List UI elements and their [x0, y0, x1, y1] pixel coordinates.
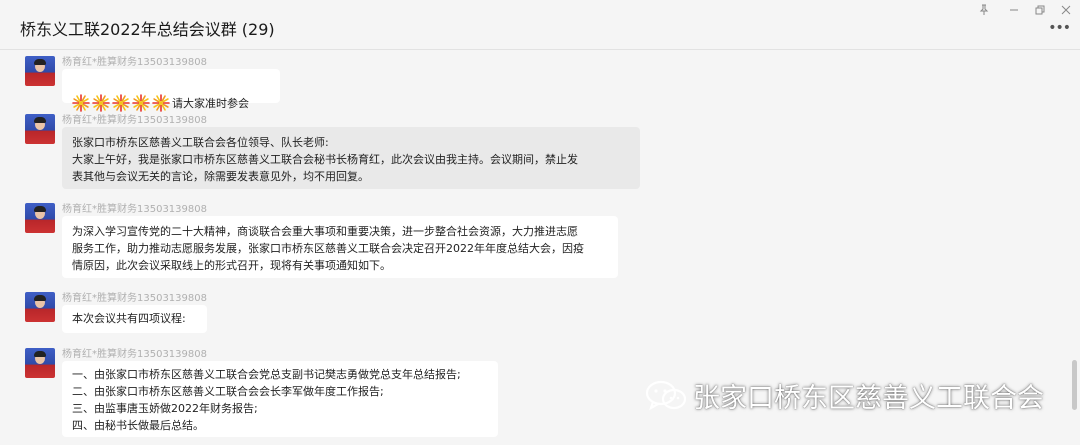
- fireworks-emoji-icon: [72, 94, 90, 112]
- avatar[interactable]: [25, 348, 55, 378]
- watermark: 张家口桥东区慈善义工联合会: [645, 376, 1044, 416]
- minimize-icon[interactable]: [1006, 4, 1022, 18]
- avatar[interactable]: [25, 114, 55, 144]
- avatar[interactable]: [25, 292, 55, 322]
- restore-icon[interactable]: [1032, 4, 1048, 18]
- avatar[interactable]: [25, 203, 55, 233]
- close-icon[interactable]: [1058, 4, 1074, 18]
- fireworks-emoji-icon: [132, 94, 150, 112]
- message-bubble[interactable]: 为深入学习宣传党的二十大精神，商谈联合会重大事项和重要决策，进一步整合社会资源，…: [62, 216, 618, 278]
- fireworks-emoji-icon: [112, 94, 130, 112]
- wechat-icon: [645, 379, 689, 413]
- sender-name: 杨育红*胜算财务13503139808: [62, 115, 207, 126]
- message-bubble[interactable]: 本次会议共有四项议程:: [62, 305, 207, 333]
- message-bubble[interactable]: 张家口市桥东区慈善义工联合会各位领导、队长老师: 大家上午好，我是张家口市桥东区…: [62, 127, 640, 189]
- pin-icon[interactable]: [976, 4, 992, 18]
- watermark-text: 张家口桥东区慈善义工联合会: [693, 383, 1044, 414]
- more-options-button[interactable]: •••: [1048, 20, 1071, 36]
- sender-name: 杨育红*胜算财务13503139808: [62, 57, 207, 68]
- fireworks-emoji-icon: [152, 94, 170, 112]
- title-bar: 桥东义工联2022年总结会议群 (29) •••: [0, 0, 1080, 50]
- scrollbar[interactable]: [1072, 360, 1077, 410]
- chat-title: 桥东义工联2022年总结会议群 (29): [20, 20, 275, 39]
- fireworks-emoji-icon: [92, 94, 110, 112]
- fireworks-emoji-group: [72, 94, 172, 112]
- message-bubble[interactable]: 请大家准时参会: [62, 69, 280, 112]
- message-bubble[interactable]: 一、由张家口市桥东区慈善义工联合会党总支副书记樊志勇做党总支年总结报告; 二、由…: [62, 361, 498, 437]
- sender-name: 杨育红*胜算财务13503139808: [62, 204, 207, 215]
- avatar[interactable]: [25, 56, 55, 86]
- sender-name: 杨育红*胜算财务13503139808: [62, 349, 207, 360]
- message-text: 请大家准时参会: [172, 97, 249, 110]
- sender-name: 杨育红*胜算财务13503139808: [62, 293, 207, 304]
